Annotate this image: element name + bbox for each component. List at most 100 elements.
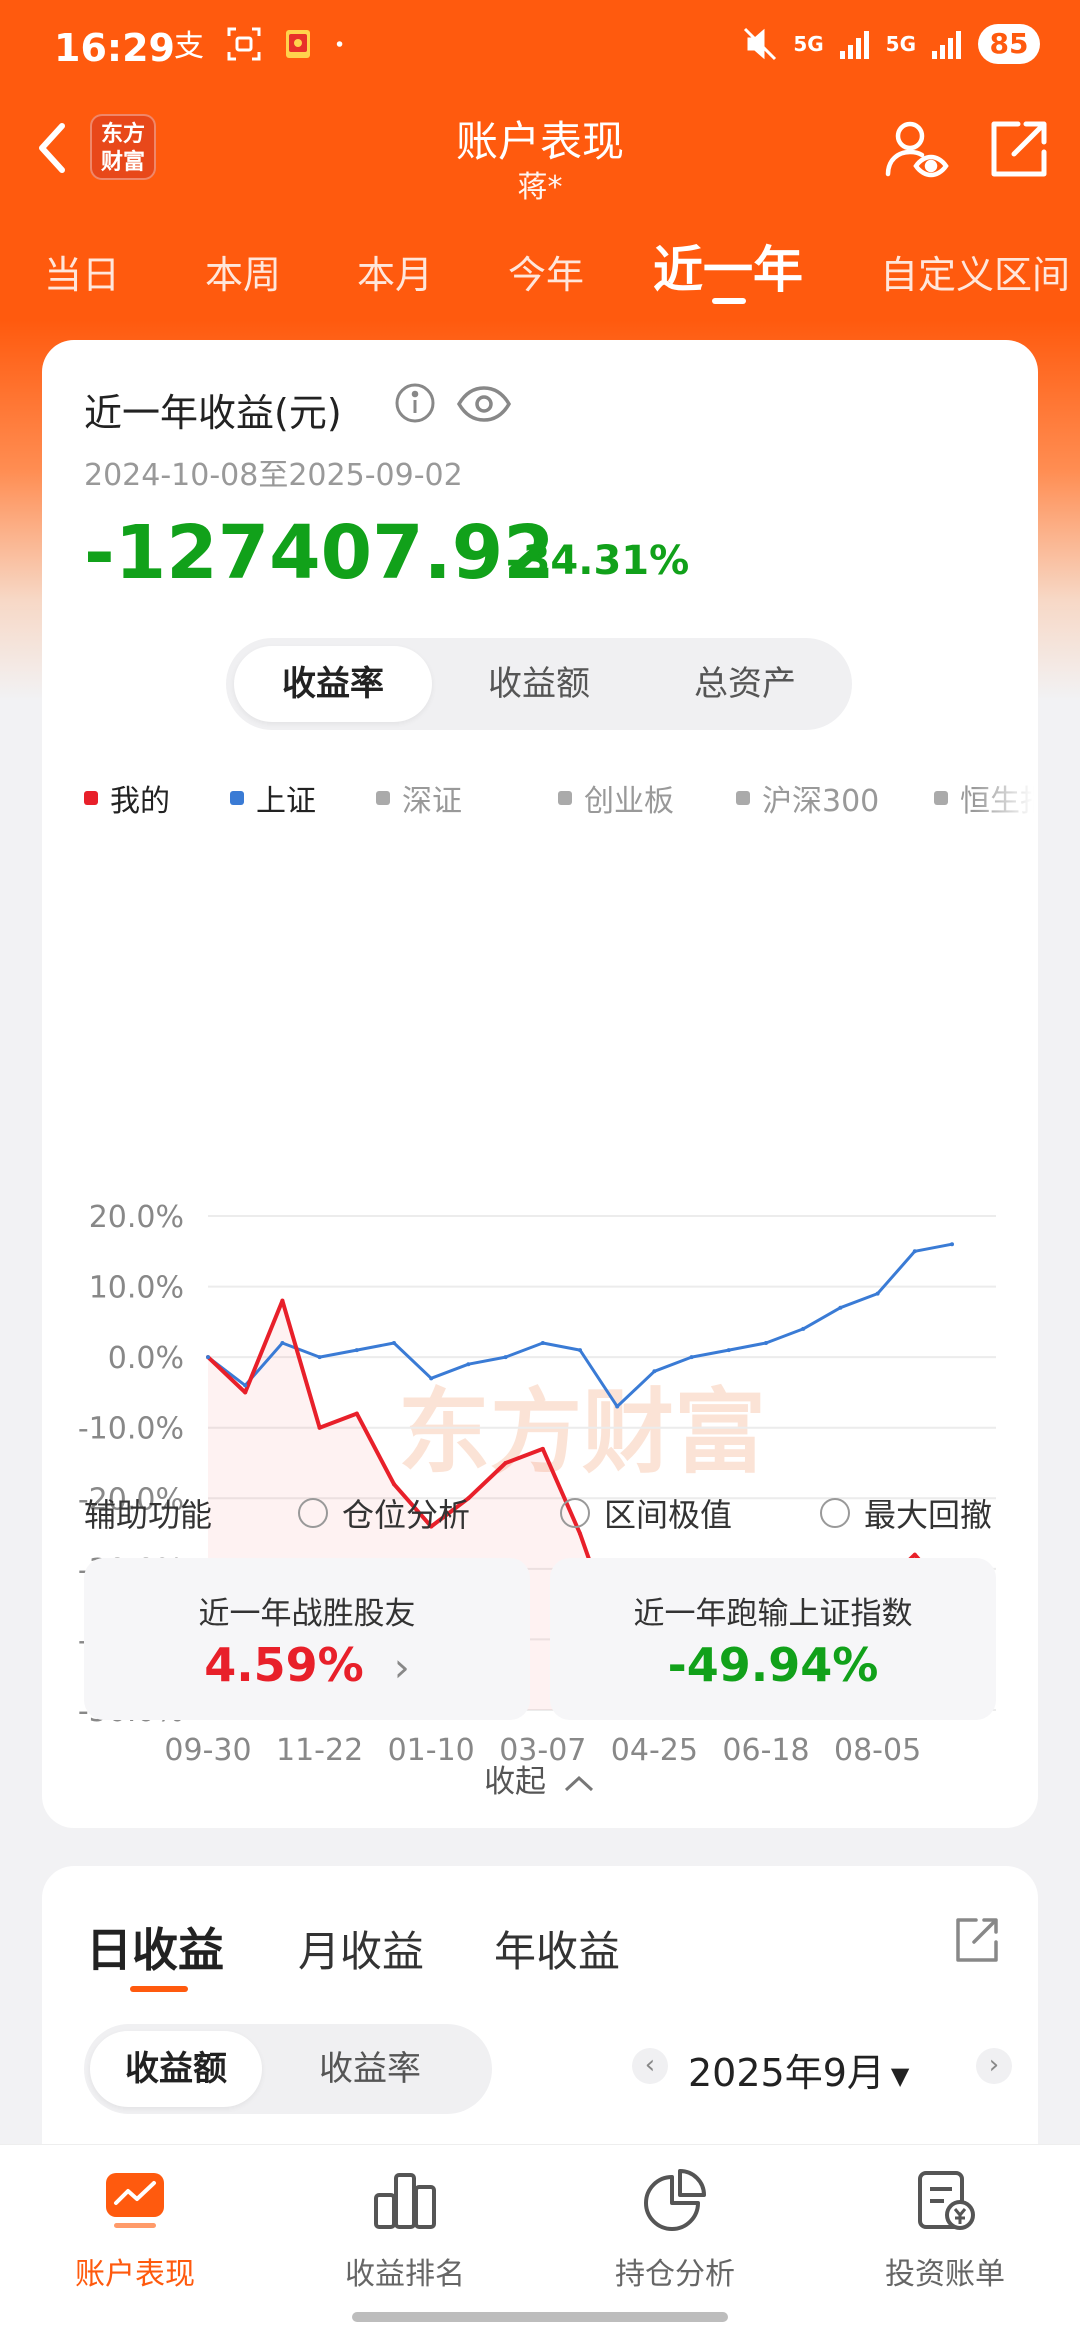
nav-label: 收益排名	[345, 2257, 465, 2292]
point-sse	[764, 1341, 768, 1346]
active-tab-indicator	[712, 298, 746, 304]
caret-down-icon: ▼	[890, 2061, 910, 2090]
nav-earnings-ranking[interactable]: 收益排名	[270, 2165, 540, 2293]
chart-legend: 我的 上证 深证 创业板 沪深300 恒生指数	[84, 776, 1034, 836]
aux-position-analysis[interactable]: 仓位分析	[298, 1490, 470, 1536]
point-sse	[838, 1305, 843, 1310]
legend-label: 沪深300	[762, 784, 880, 819]
point-sse	[912, 1249, 917, 1254]
nav-investment-bill[interactable]: 投资账单	[810, 2165, 1080, 2293]
legend-item-csi300[interactable]: 沪深300	[736, 776, 879, 820]
radio-icon	[560, 1498, 590, 1528]
stat-vs-sse-value: -49.94%	[667, 1638, 879, 1692]
month-selector[interactable]: 2025年9月 ▼	[688, 2042, 909, 2097]
nav-account-performance[interactable]: 账户表现	[0, 2165, 270, 2293]
next-month-button[interactable]: ›	[976, 2048, 1012, 2084]
eye-icon[interactable]	[456, 384, 512, 424]
tab-monthly-earnings[interactable]: 月收益	[298, 1918, 424, 1979]
legend-label: 深证	[402, 784, 462, 819]
current-month: 2025年9月	[688, 2051, 885, 2095]
nav-label: 账户表现	[75, 2257, 195, 2292]
legend-swatch	[736, 791, 750, 805]
daily-tab-indicator	[130, 1986, 188, 1992]
legend-label: 我的	[110, 784, 170, 819]
point-mine	[280, 1298, 285, 1303]
home-indicator[interactable]	[352, 2312, 728, 2322]
point-sse	[243, 1383, 248, 1388]
point-mine	[503, 1461, 508, 1465]
point-sse	[466, 1362, 471, 1367]
info-icon[interactable]	[394, 382, 436, 424]
privacy-user-icon[interactable]	[880, 114, 952, 186]
seg-earnings-rate[interactable]: 收益率	[270, 2031, 470, 2107]
legend-swatch	[558, 791, 572, 805]
nav-label: 持仓分析	[615, 2257, 735, 2292]
radio-icon	[298, 1498, 328, 1528]
point-sse	[280, 1341, 285, 1346]
performance-card: 近一年收益(元) 2024-10-08至2025-09-02 -127407.9…	[42, 340, 1038, 1828]
dot-icon	[336, 41, 343, 47]
y-tick-label: 10.0%	[89, 1271, 184, 1306]
tab-week[interactable]: 本周	[205, 244, 281, 299]
collapse-button[interactable]: 收起	[42, 1756, 1038, 1801]
tab-daily-earnings[interactable]: 日收益	[86, 1914, 224, 1980]
legend-item-szse[interactable]: 深证	[376, 776, 462, 820]
point-mine	[243, 1390, 248, 1395]
prev-month-button[interactable]: ‹	[632, 2048, 668, 2084]
aux-functions: 辅助功能 仓位分析 区间极值 最大回撤	[84, 1486, 1014, 1536]
tab-last-year[interactable]: 近一年	[653, 230, 803, 302]
stat-label: 近一年战胜股友	[198, 1596, 416, 1632]
aux-range-extreme[interactable]: 区间极值	[560, 1490, 732, 1536]
collapse-label: 收起	[484, 1764, 547, 1800]
tab-custom-range[interactable]: 自定义区间	[880, 244, 1070, 299]
seg-return-rate[interactable]: 收益率	[234, 646, 432, 722]
point-mine	[317, 1425, 322, 1430]
bottom-nav: 账户表现 收益排名 持仓分析 投资账单	[0, 2144, 1080, 2340]
y-tick-label: 20.0%	[89, 1200, 184, 1235]
chevron-right-icon: ›	[393, 1645, 410, 1691]
point-sse	[689, 1355, 694, 1360]
legend-swatch	[934, 791, 948, 805]
status-right: 5G 5G 85	[741, 24, 1040, 64]
tab-year-to-date[interactable]: 今年	[508, 244, 584, 299]
month-navigator: ‹ 2025年9月 ▼ ›	[632, 2042, 1012, 2102]
stat-value: 4.59% ›	[84, 1638, 530, 1692]
aux-label: 辅助功能	[84, 1496, 213, 1534]
bill-icon	[918, 2171, 975, 2230]
stat-vs-sse: 近一年跑输上证指数 -49.94%	[550, 1558, 996, 1720]
legend-label: 上证	[256, 784, 316, 819]
export-icon[interactable]	[950, 1914, 1002, 1966]
seg-total-assets[interactable]: 总资产	[646, 646, 844, 722]
stat-beat-peers[interactable]: 近一年战胜股友 4.59% ›	[84, 1558, 530, 1720]
point-sse	[615, 1404, 620, 1409]
seg-earnings-amount[interactable]: 收益额	[90, 2031, 262, 2107]
nav-holdings-analysis[interactable]: 持仓分析	[540, 2165, 810, 2293]
legend-item-chinext[interactable]: 创业板	[558, 776, 674, 820]
mute-icon	[744, 27, 777, 61]
legend-item-sse[interactable]: 上证	[230, 776, 316, 820]
point-sse	[950, 1242, 954, 1247]
point-mine	[354, 1411, 359, 1416]
aux-max-drawdown[interactable]: 最大回撤	[820, 1490, 992, 1536]
network-5g-1: 5G	[793, 32, 824, 56]
signal-icon-2	[932, 31, 961, 59]
profit-title: 近一年收益(元)	[84, 391, 342, 435]
date-range: 2024-10-08至2025-09-02	[84, 458, 463, 493]
battery-indicator: 85	[978, 24, 1040, 64]
seg-return-amount[interactable]: 收益额	[440, 646, 638, 722]
y-tick-label: -10.0%	[78, 1412, 184, 1447]
point-mine	[912, 1552, 917, 1557]
legend-label: 创业板	[584, 784, 674, 819]
legend-item-mine[interactable]: 我的	[84, 776, 170, 820]
point-sse	[726, 1348, 731, 1353]
tab-yearly-earnings[interactable]: 年收益	[494, 1918, 620, 1979]
status-bar: 16:29 支 5G 5G 85	[0, 0, 1080, 100]
tab-today[interactable]: 当日	[44, 244, 120, 299]
nav-label: 投资账单	[885, 2257, 1005, 2292]
share-icon[interactable]	[982, 114, 1054, 186]
point-sse	[429, 1376, 434, 1381]
aux-option-label: 区间极值	[604, 1496, 733, 1534]
point-sse	[503, 1355, 508, 1360]
point-sse	[652, 1369, 657, 1374]
tab-month[interactable]: 本月	[357, 244, 433, 299]
